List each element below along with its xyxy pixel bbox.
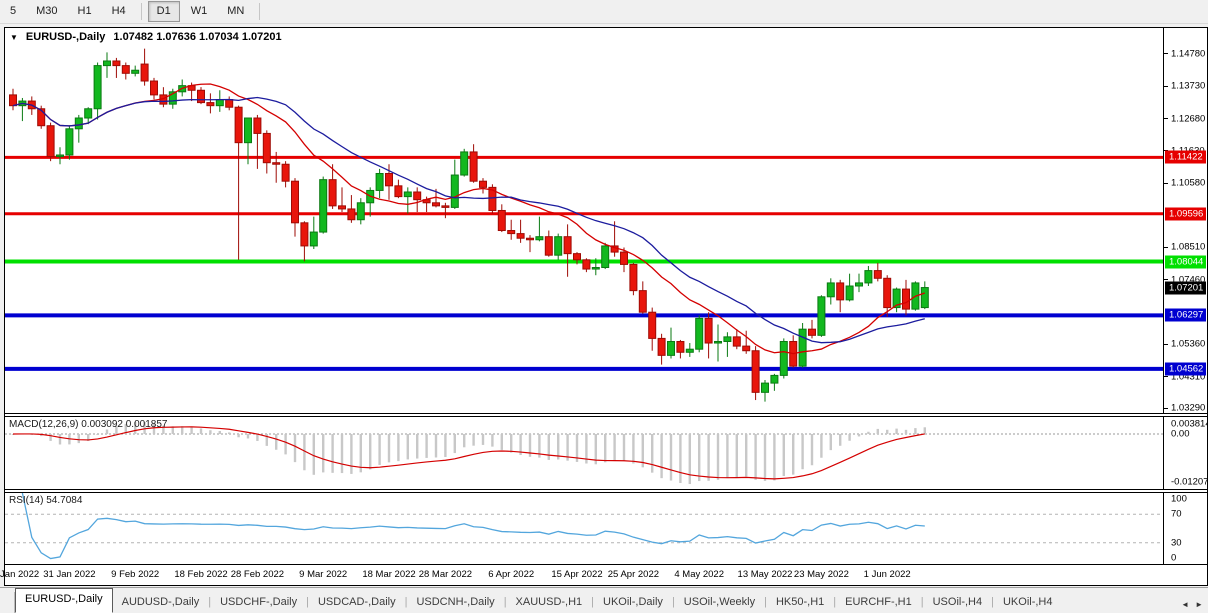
tab-eurusd-daily[interactable]: EURUSD-,Daily [15, 588, 113, 613]
date-tick-label: 6 Apr 2022 [488, 569, 534, 580]
price-level-badge: 1.08044 [1165, 255, 1206, 268]
price-level-badge: 1.04562 [1165, 362, 1206, 375]
price-tick-label: 1.03290 [1171, 403, 1205, 413]
rsi-axis-label: 30 [1171, 537, 1182, 548]
timeframe-button-h4[interactable]: H4 [103, 1, 135, 22]
timeframe-button-d1[interactable]: D1 [148, 1, 180, 22]
scroll-left-icon[interactable]: ◄ [1181, 600, 1189, 609]
date-tick-label: 21 Jan 2022 [0, 569, 39, 580]
price-axis: 1.147801.137301.126801.116301.105801.085… [1163, 28, 1207, 413]
date-tick-label: 28 Feb 2022 [231, 569, 284, 580]
axis-tick [1164, 183, 1168, 184]
axis-tick [1164, 86, 1168, 87]
chart-symbol-label: EURUSD-,Daily [26, 31, 105, 43]
date-tick-label: 15 Apr 2022 [551, 569, 602, 580]
date-axis: 21 Jan 202231 Jan 20229 Feb 202218 Feb 2… [5, 564, 1207, 585]
tab-audusd-daily[interactable]: AUDUSD-,Daily [113, 592, 209, 613]
tab-usoil-weekly[interactable]: USOil-,Weekly [675, 592, 764, 613]
axis-tick [1164, 408, 1168, 409]
price-tick-label: 1.12680 [1171, 113, 1205, 124]
timeframe-button-mn[interactable]: MN [218, 1, 253, 22]
tab-ukoil-h4[interactable]: UKOil-,H4 [994, 592, 1062, 613]
timeframe-button-w1[interactable]: W1 [182, 1, 217, 22]
tab-bar-stub [0, 592, 15, 613]
tab-usdcad-daily[interactable]: USDCAD-,Daily [309, 592, 405, 613]
price-level-badge: 1.07201 [1165, 281, 1206, 294]
tab-usdcnh-daily[interactable]: USDCNH-,Daily [407, 592, 503, 613]
price-tick-label: 1.08510 [1171, 242, 1205, 253]
trading-app: { "toolbar": { "timeframes": [ {"label":… [0, 0, 1208, 613]
tab-ukoil-daily[interactable]: UKOil-,Daily [594, 592, 672, 613]
date-tick-label: 9 Feb 2022 [111, 569, 159, 580]
price-tick-label: 1.05360 [1171, 339, 1205, 350]
price-tick-label: 1.10580 [1171, 178, 1205, 189]
chart-dropdown-icon[interactable]: ▼ [10, 33, 18, 42]
tab-scroll-arrows: ◄► [1176, 600, 1208, 613]
date-tick-label: 4 May 2022 [674, 569, 724, 580]
symbol-tab-bar: EURUSD-,DailyAUDUSD-,Daily|USDCHF-,Daily… [0, 587, 1208, 613]
macd-axis-label: -0.012072 [1171, 477, 1207, 488]
macd-axis-label: 0.00 [1171, 429, 1190, 440]
chart-ohlc-values: 1.07482 1.07636 1.07034 1.07201 [113, 31, 281, 43]
date-tick-label: 18 Mar 2022 [362, 569, 415, 580]
date-tick-label: 25 Apr 2022 [608, 569, 659, 580]
timeframe-button-h1[interactable]: H1 [69, 1, 101, 22]
rsi-plot[interactable] [5, 493, 1164, 564]
rsi-panel: RSI(14) 54.7084 100 70 30 0 [5, 489, 1207, 564]
date-tick-label: 1 Jun 2022 [864, 569, 911, 580]
tab-usdchf-daily[interactable]: USDCHF-,Daily [211, 592, 306, 613]
toolbar-separator [259, 3, 260, 20]
date-tick-label: 23 May 2022 [794, 569, 849, 580]
macd-label: MACD(12,26,9) 0.003092 0.001857 [9, 419, 167, 430]
rsi-axis-label: 70 [1171, 509, 1182, 520]
candlestick-plot[interactable] [5, 28, 1164, 413]
price-level-badge: 1.06297 [1165, 309, 1206, 322]
date-tick-label: 13 May 2022 [738, 569, 793, 580]
rsi-axis-label: 100 [1171, 494, 1187, 505]
timeframe-button-5[interactable]: 5 [1, 1, 25, 22]
chart-window: ▼ EURUSD-,Daily 1.07482 1.07636 1.07034 … [4, 27, 1208, 586]
scroll-right-icon[interactable]: ► [1195, 600, 1203, 609]
date-tick-label: 31 Jan 2022 [43, 569, 95, 580]
price-level-badge: 1.09596 [1165, 207, 1206, 220]
macd-plot[interactable] [5, 417, 1164, 489]
rsi-axis-label: 0 [1171, 553, 1176, 564]
axis-tick [1164, 53, 1168, 54]
tab-hk50-h1[interactable]: HK50-,H1 [767, 592, 833, 613]
tab-xauusd-h1[interactable]: XAUUSD-,H1 [507, 592, 592, 613]
chart-title: ▼ EURUSD-,Daily 1.07482 1.07636 1.07034 … [10, 31, 282, 43]
axis-tick [1164, 344, 1168, 345]
rsi-axis: 100 70 30 0 [1163, 493, 1207, 564]
price-tick-label: 1.13730 [1171, 81, 1205, 92]
axis-tick [1164, 247, 1168, 248]
timeframe-button-m30[interactable]: M30 [27, 1, 66, 22]
toolbar-separator [141, 3, 142, 20]
price-panel: ▼ EURUSD-,Daily 1.07482 1.07636 1.07034 … [5, 28, 1207, 413]
timeframe-toolbar: 5M30H1H4 D1W1MN [0, 0, 1208, 24]
date-tick-label: 18 Feb 2022 [174, 569, 227, 580]
axis-tick [1164, 376, 1168, 377]
tab-eurchf-h1[interactable]: EURCHF-,H1 [836, 592, 921, 613]
date-tick-label: 28 Mar 2022 [419, 569, 472, 580]
price-level-badge: 1.11422 [1165, 151, 1206, 164]
rsi-label: RSI(14) 54.7084 [9, 495, 82, 506]
tab-usoil-h4[interactable]: USOil-,H4 [924, 592, 992, 613]
macd-axis: 0.0038140.00-0.012072 [1163, 417, 1207, 489]
price-tick-label: 1.14780 [1171, 48, 1205, 59]
axis-tick [1164, 118, 1168, 119]
macd-panel: MACD(12,26,9) 0.003092 0.001857 0.003814… [5, 413, 1207, 489]
axis-tick [1164, 279, 1168, 280]
date-tick-label: 9 Mar 2022 [299, 569, 347, 580]
